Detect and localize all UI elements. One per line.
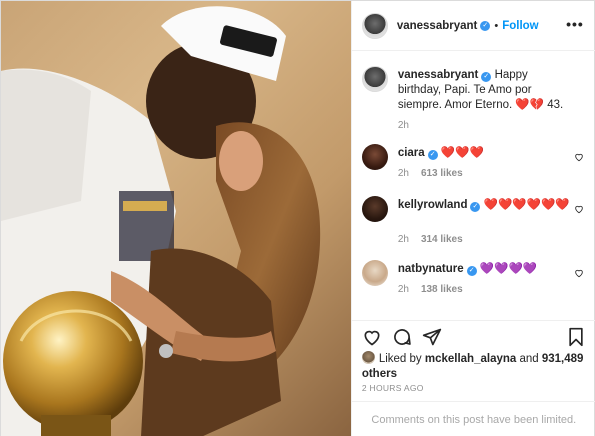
comment-body: kellyrowland ✓ ❤️❤️❤️❤️❤️❤️ <box>398 198 574 213</box>
comment-likes[interactable]: 314 likes <box>421 234 463 245</box>
comment-meta: 2h 314 likes <box>398 234 463 245</box>
comment-likes[interactable]: 138 likes <box>421 284 463 295</box>
post-photo[interactable] <box>1 1 351 436</box>
post-timestamp[interactable]: 2 HOURS AGO <box>362 383 424 393</box>
comment-body: natbynature ✓ 💜💜💜💜 <box>398 262 574 277</box>
post-side-panel: vanessabryant ✓ • Follow ••• vanessabrya… <box>350 1 595 436</box>
comment-text: ❤️❤️❤️❤️❤️❤️ <box>483 199 570 211</box>
comment-meta: 2h 138 likes <box>398 284 463 295</box>
comment-avatar[interactable] <box>361 260 388 286</box>
verified-badge-icon: ✓ <box>480 20 491 31</box>
heart-icon[interactable] <box>362 327 382 347</box>
liker-username[interactable]: mckellah_alayna <box>425 353 516 365</box>
comment-item: kellyrowland ✓ ❤️❤️❤️❤️❤️❤️ 2h 314 likes <box>361 196 590 252</box>
comment-heart-icon[interactable] <box>574 268 584 278</box>
comment-username[interactable]: natbynature <box>398 263 464 275</box>
comment-username[interactable]: ciara <box>398 147 425 159</box>
paper-plane-icon[interactable] <box>422 327 442 347</box>
comment-item: natbynature ✓ 💜💜💜💜 2h 138 likes <box>361 260 590 300</box>
comment-avatar[interactable] <box>361 144 388 170</box>
caption-body: vanessabryant ✓ Happy birthday, Papi. Te … <box>398 68 574 113</box>
comment-meta: 2h 613 likes <box>398 168 463 179</box>
verified-badge-icon: ✓ <box>427 150 438 160</box>
verified-badge-icon: ✓ <box>481 72 492 82</box>
comment-text: ❤️❤️❤️ <box>440 147 484 159</box>
liker-avatar[interactable] <box>361 351 375 364</box>
follow-button[interactable]: Follow <box>502 20 538 32</box>
caption-avatar[interactable] <box>361 66 388 92</box>
comment-time[interactable]: 2h <box>398 168 409 179</box>
liked-by-joiner: and <box>519 353 539 365</box>
comment-avatar[interactable] <box>361 196 388 222</box>
comment-likes[interactable]: 613 likes <box>421 168 463 179</box>
comment-time[interactable]: 2h <box>398 284 409 295</box>
liked-by-prefix: Liked by <box>378 353 422 365</box>
comment-item: ciara ✓ ❤️❤️❤️ 2h 613 likes <box>361 144 590 184</box>
comment-bubble-icon[interactable] <box>392 327 412 347</box>
comments-limited-notice: Comments on this post have been limited. <box>351 401 595 436</box>
comment-heart-icon[interactable] <box>574 204 584 214</box>
post-actions: Liked by mckellah_alayna and 931,489 oth… <box>351 320 595 436</box>
liked-by-summary: Liked by mckellah_alayna and 931,489 oth… <box>361 351 588 382</box>
comment-time[interactable]: 2h <box>398 234 409 245</box>
comments-list[interactable]: vanessabryant ✓ Happy birthday, Papi. Te … <box>352 52 595 320</box>
instagram-post: vanessabryant ✓ • Follow ••• vanessabrya… <box>0 0 595 436</box>
more-options-icon[interactable]: ••• <box>566 16 584 32</box>
caption-username[interactable]: vanessabryant <box>398 69 479 81</box>
caption-time[interactable]: 2h <box>398 120 409 131</box>
photo-illustration <box>1 6 321 436</box>
caption-item: vanessabryant ✓ Happy birthday, Papi. Te … <box>361 66 590 146</box>
verified-badge-icon: ✓ <box>466 266 477 276</box>
author-username[interactable]: vanessabryant <box>397 20 478 32</box>
comment-heart-icon[interactable] <box>574 152 584 162</box>
bookmark-icon[interactable] <box>566 327 586 347</box>
comment-body: ciara ✓ ❤️❤️❤️ <box>398 146 574 161</box>
post-header: vanessabryant ✓ • Follow ••• <box>351 1 595 51</box>
author-avatar[interactable] <box>361 12 388 39</box>
comment-username[interactable]: kellyrowland <box>398 199 468 211</box>
header-separator: • <box>494 19 499 32</box>
comment-text: 💜💜💜💜 <box>479 263 538 275</box>
verified-badge-icon: ✓ <box>470 202 481 212</box>
